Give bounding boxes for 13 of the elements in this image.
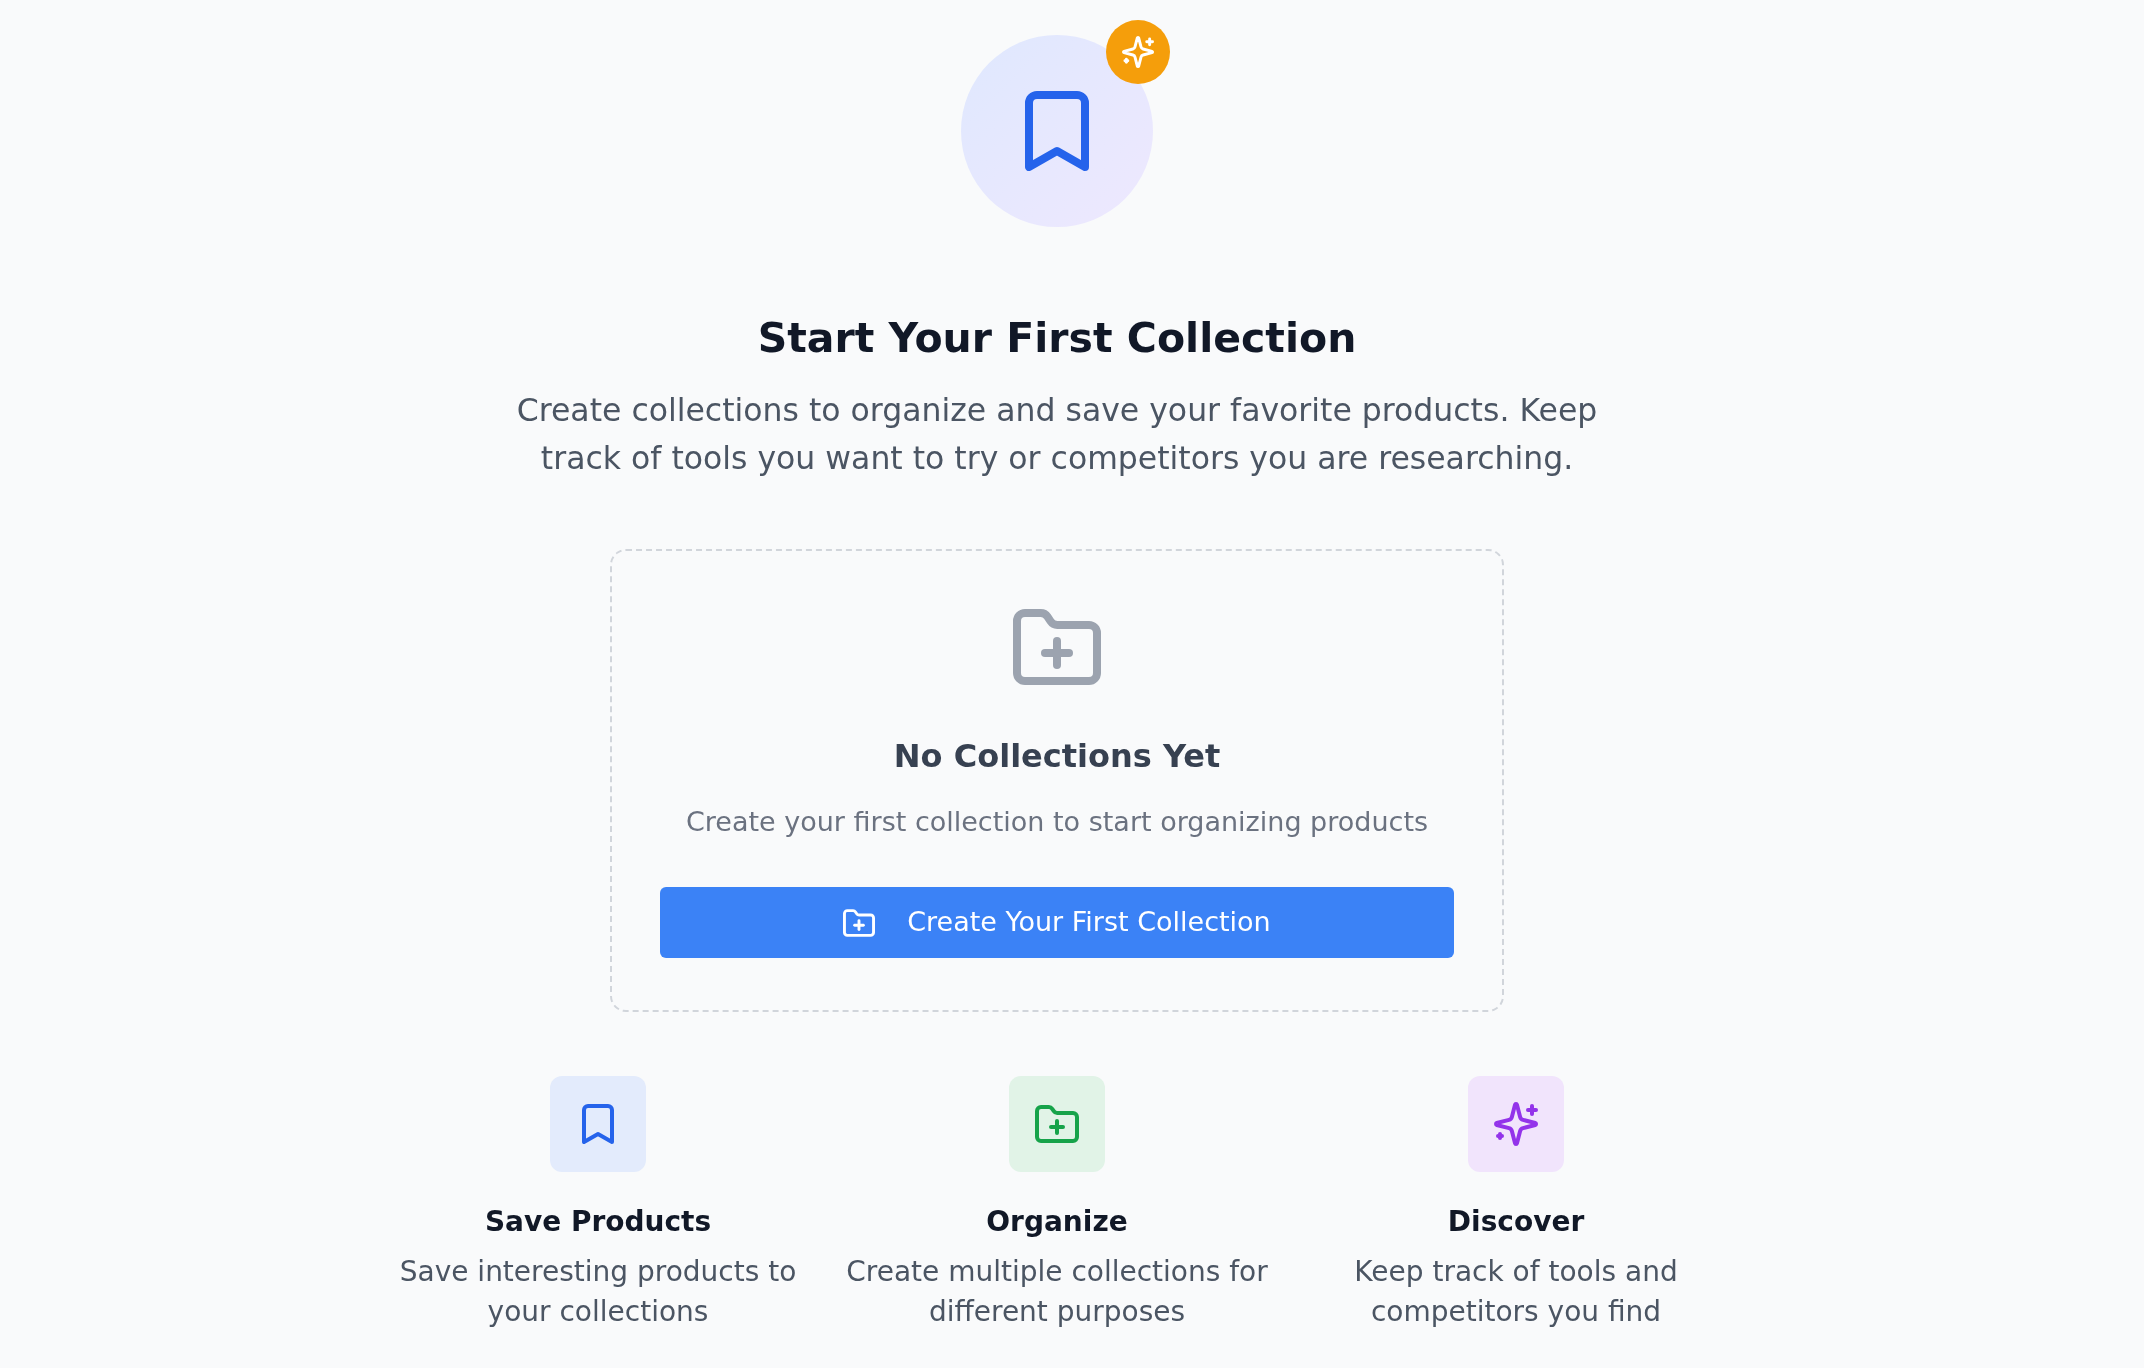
empty-state-title: No Collections Yet <box>893 736 1221 776</box>
empty-state-message: Create your first collection to start organizing products <box>685 805 1429 839</box>
feature-title: Discover <box>1447 1204 1585 1240</box>
page-heading: Start Your First Collection <box>757 313 1357 364</box>
intro-text: Create collections to organize and save your favorite products. Keep track of tools you want to try or competitors you are researching. <box>515 391 1599 478</box>
folder-plus-icon <box>1013 609 1101 685</box>
feature-description: Create multiple collections for different purposes <box>845 1254 1269 1330</box>
feature-description: Save interesting products to your collections <box>398 1254 798 1330</box>
feature-description: Keep track of tools and competitors you find <box>1353 1254 1679 1330</box>
folder-plus-icon <box>843 908 876 937</box>
feature-title: Save Products <box>484 1204 712 1240</box>
create-collection-button[interactable]: Create Your First Collection <box>660 887 1454 958</box>
feature-title: Organize <box>986 1204 1128 1240</box>
